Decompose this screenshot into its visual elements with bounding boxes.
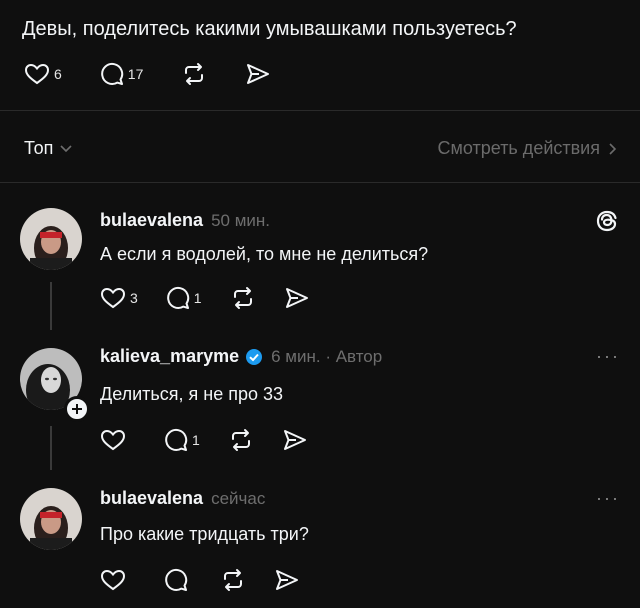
comment-icon: [101, 63, 123, 85]
like-count: 6: [54, 66, 62, 82]
like-button[interactable]: [100, 568, 130, 592]
chevron-right-icon: [609, 142, 617, 155]
username[interactable]: bulaevalena: [100, 210, 203, 231]
repost-icon: [185, 63, 204, 85]
reply-actions: 3 1: [100, 286, 338, 310]
avatar-image: [20, 208, 82, 270]
comment-icon: [165, 569, 188, 591]
reply-button[interactable]: 1: [166, 286, 202, 310]
threads-icon[interactable]: [594, 208, 620, 234]
divider: [0, 182, 640, 183]
chevron-down-icon: [60, 144, 72, 152]
repost-icon: [224, 569, 242, 591]
send-icon: [247, 64, 270, 84]
avatar-image: [20, 488, 82, 550]
reply-count: 17: [127, 66, 144, 82]
like-button[interactable]: [100, 428, 130, 452]
reply-header: bulaevalena сейчас: [100, 488, 265, 509]
share-button[interactable]: [282, 428, 308, 452]
send-icon: [276, 570, 298, 590]
thread-line: [50, 282, 52, 330]
reply-header: bulaevalena 50 мин.: [100, 210, 270, 231]
comment-icon: [167, 287, 189, 309]
share-button[interactable]: [284, 286, 310, 310]
avatar[interactable]: [20, 488, 82, 550]
reply-count: 1: [193, 290, 202, 306]
follow-button[interactable]: [64, 396, 90, 422]
heart-icon: [100, 429, 126, 451]
verified-badge-icon: [245, 348, 263, 366]
reply-button[interactable]: 17: [100, 62, 144, 86]
repost-button[interactable]: [220, 568, 246, 592]
repost-icon: [231, 429, 250, 451]
like-count: 3: [130, 290, 138, 306]
reply-button[interactable]: 1: [164, 428, 200, 452]
heart-icon: [100, 569, 126, 591]
repost-button[interactable]: [228, 428, 254, 452]
thread-line: [50, 426, 52, 470]
view-activity-link[interactable]: Смотреть действия: [438, 138, 618, 159]
reply-header: kalieva_maryme 6 мин. · Автор: [100, 346, 382, 367]
timestamp: 6 мин. · Автор: [271, 346, 383, 366]
more-options-button[interactable]: ···: [596, 488, 620, 509]
send-icon: [283, 430, 306, 450]
timestamp: сейчас: [211, 488, 266, 508]
repost-button[interactable]: [230, 286, 256, 310]
reply-text: Про какие тридцать три?: [100, 524, 309, 544]
reply-count: 1: [192, 432, 200, 448]
comment-icon: [165, 429, 188, 451]
share-button[interactable]: [274, 568, 300, 592]
heart-icon: [24, 63, 50, 85]
reply-text: А если я водолей, то мне не делиться?: [100, 244, 429, 264]
send-icon: [285, 288, 308, 308]
repost-button[interactable]: [181, 62, 207, 86]
more-options-button[interactable]: ···: [596, 346, 620, 367]
reply-button[interactable]: [164, 568, 192, 592]
username[interactable]: kalieva_maryme: [100, 346, 239, 367]
view-activity-label: Смотреть действия: [437, 138, 600, 158]
share-button[interactable]: [245, 62, 271, 86]
heart-icon: [100, 287, 126, 309]
like-button[interactable]: 3: [100, 286, 138, 310]
reply-actions: 1: [100, 428, 336, 452]
reply-text: Делиться, я не про 33: [100, 384, 284, 404]
timestamp: 50 мин.: [211, 210, 270, 230]
like-button[interactable]: 6: [24, 62, 62, 86]
sort-dropdown[interactable]: Топ: [24, 138, 73, 159]
username[interactable]: bulaevalena: [100, 488, 203, 509]
plus-icon: [72, 404, 82, 414]
divider: [0, 110, 640, 111]
post-text: Девы, поделитесь какими умывашками польз…: [22, 18, 517, 40]
sort-label: Топ: [24, 138, 54, 158]
post-actions: 6 17: [24, 62, 299, 86]
repost-icon: [233, 287, 252, 309]
reply-actions: [100, 568, 328, 592]
avatar[interactable]: [20, 208, 82, 270]
